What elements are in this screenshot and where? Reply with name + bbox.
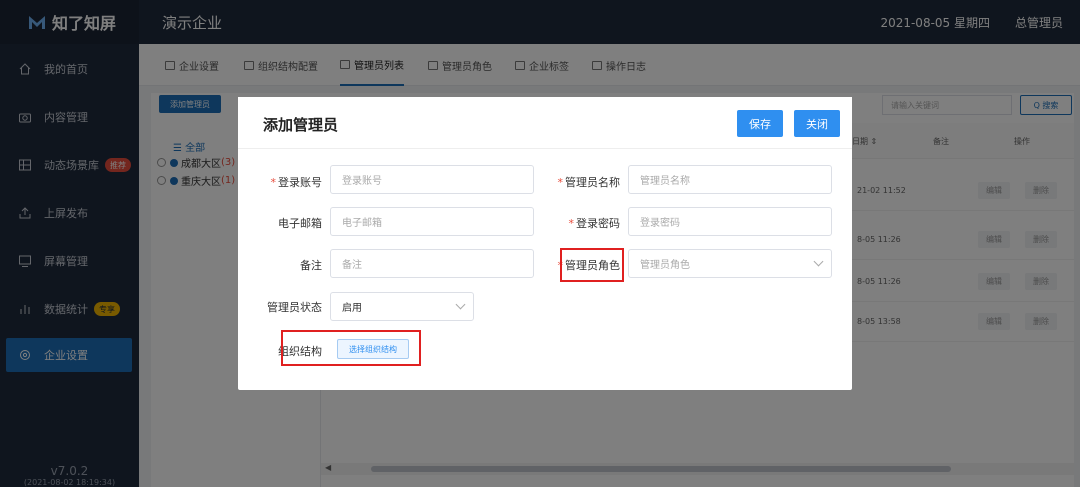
name-label: * 管理员名称 <box>557 176 621 189</box>
account-label: * 登录账号 <box>270 176 323 189</box>
chevron-down-icon <box>813 256 824 267</box>
chevron-down-icon <box>455 299 466 310</box>
status-select[interactable]: 启用 <box>330 292 474 321</box>
role-select-placeholder: 管理员角色 <box>640 260 690 271</box>
password-label: * 登录密码 <box>568 217 621 230</box>
name-input[interactable]: 管理员名称 <box>628 165 832 194</box>
dialog-title: 添加管理员 <box>263 116 339 134</box>
password-input[interactable]: 登录密码 <box>628 207 832 236</box>
note-label: 备注 <box>300 259 322 272</box>
email-label: 电子邮箱 <box>278 217 322 230</box>
status-label: 管理员状态 <box>267 301 322 314</box>
save-button[interactable]: 保存 <box>737 110 783 137</box>
org-highlight-box <box>281 330 421 366</box>
role-highlight-box <box>560 248 624 282</box>
note-input[interactable]: 备注 <box>330 249 534 278</box>
role-select[interactable]: 管理员角色 <box>628 249 832 278</box>
add-admin-dialog: 添加管理员 保存 关闭 * 登录账号 登录账号 * 管理员名称 管理员名称 电子邮箱… <box>238 97 852 390</box>
email-input[interactable]: 电子邮箱 <box>330 207 534 236</box>
close-button[interactable]: 关闭 <box>794 110 840 137</box>
dialog-header: 添加管理员 保存 关闭 <box>238 97 852 149</box>
status-select-value: 启用 <box>342 303 362 314</box>
account-input[interactable]: 登录账号 <box>330 165 534 194</box>
